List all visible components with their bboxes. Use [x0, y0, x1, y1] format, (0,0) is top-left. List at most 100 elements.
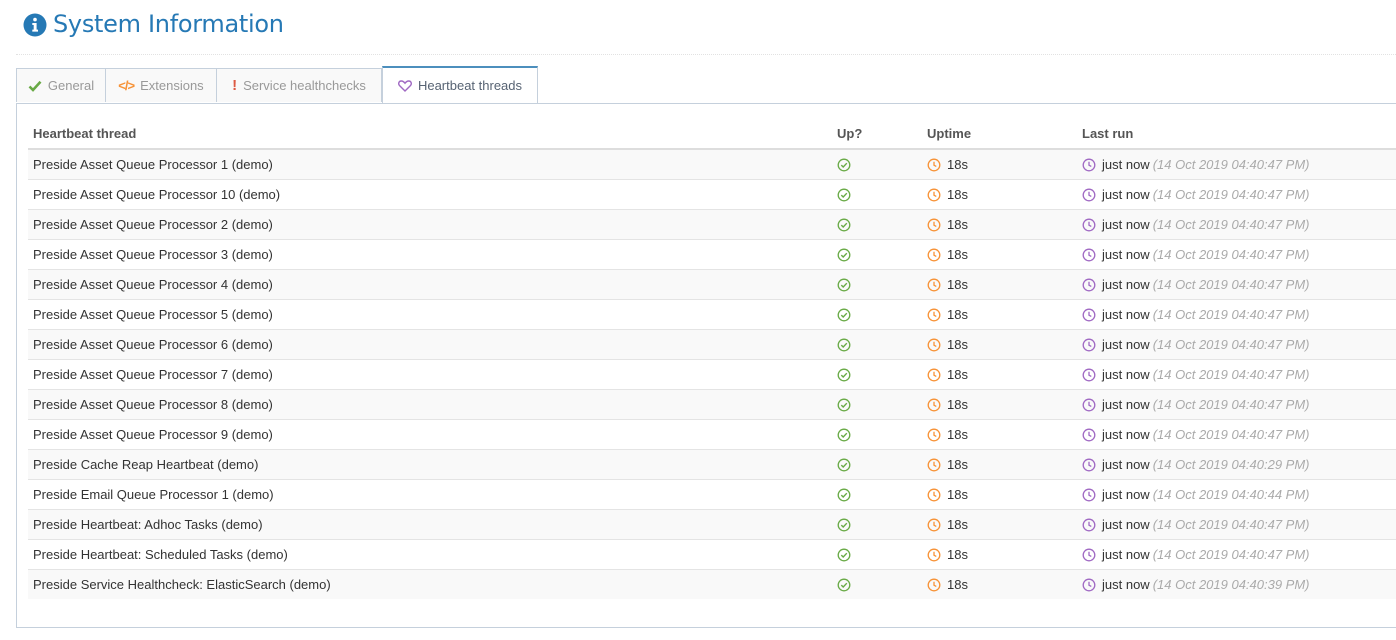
last-run-timestamp: (14 Oct 2019 04:40:47 PM) — [1152, 426, 1310, 442]
table-row: Preside Cache Reap Heartbeat (demo) 18s ju… — [28, 449, 1396, 480]
clock-icon — [1082, 428, 1096, 442]
clock-icon — [927, 428, 941, 442]
clock-icon — [927, 188, 941, 202]
table-row: Preside Asset Queue Processor 9 (demo) 18… — [28, 419, 1396, 450]
last-run-value: just now — [1102, 546, 1150, 562]
table-row: Preside Asset Queue Processor 2 (demo) 18… — [28, 209, 1396, 240]
last-run: just now (14 Oct 2019 04:40:47 PM) — [1077, 389, 1396, 420]
table-row: Preside Service Healthcheck: ElasticSear… — [28, 569, 1396, 599]
last-run-timestamp: (14 Oct 2019 04:40:47 PM) — [1152, 516, 1310, 532]
last-run-value: just now — [1102, 486, 1150, 502]
check-circle-icon — [837, 368, 851, 382]
tab-extensions[interactable]: </> Extensions — [105, 68, 217, 102]
up-status — [832, 269, 922, 300]
clock-icon — [927, 308, 941, 322]
uptime-value: 18s — [947, 306, 968, 322]
clock-icon — [1082, 548, 1096, 562]
tab-service-healthchecks[interactable]: ! Service healthchecks — [216, 68, 382, 102]
up-status — [832, 389, 922, 420]
uptime: 18s — [922, 269, 1077, 300]
uptime: 18s — [922, 419, 1077, 450]
clock-icon — [1082, 398, 1096, 412]
check-circle-icon — [837, 458, 851, 472]
last-run-timestamp: (14 Oct 2019 04:40:47 PM) — [1152, 546, 1310, 562]
clock-icon — [1082, 218, 1096, 232]
uptime-value: 18s — [947, 186, 968, 202]
check-circle-icon — [837, 218, 851, 232]
table-row: Preside Asset Queue Processor 10 (demo) 1… — [28, 179, 1396, 210]
column-header-up[interactable]: Up? — [832, 118, 922, 150]
last-run: just now (14 Oct 2019 04:40:47 PM) — [1077, 329, 1396, 360]
last-run-value: just now — [1102, 456, 1150, 472]
clock-icon — [1082, 368, 1096, 382]
thread-name: Preside Asset Queue Processor 1 (demo) — [28, 148, 832, 180]
page-title: System Information — [53, 10, 284, 38]
table-row: Preside Email Queue Processor 1 (demo) 18… — [28, 479, 1396, 510]
column-header-heartbeat-thread[interactable]: Heartbeat thread — [28, 118, 832, 150]
check-circle-icon — [837, 158, 851, 172]
uptime: 18s — [922, 389, 1077, 420]
exclamation-icon: ! — [232, 77, 238, 94]
last-run-value: just now — [1102, 336, 1150, 352]
check-circle-icon — [837, 398, 851, 412]
thread-name: Preside Cache Reap Heartbeat (demo) — [28, 449, 832, 480]
table-row: Preside Asset Queue Processor 5 (demo) 18… — [28, 299, 1396, 330]
up-status — [832, 359, 922, 390]
tab-general[interactable]: General — [16, 68, 106, 102]
uptime: 18s — [922, 479, 1077, 510]
clock-icon — [1082, 158, 1096, 172]
clock-icon — [927, 548, 941, 562]
uptime-value: 18s — [947, 276, 968, 292]
uptime-value: 18s — [947, 156, 968, 172]
last-run: just now (14 Oct 2019 04:40:47 PM) — [1077, 269, 1396, 300]
thread-name: Preside Service Healthcheck: ElasticSear… — [28, 569, 832, 599]
clock-icon — [927, 218, 941, 232]
uptime: 18s — [922, 329, 1077, 360]
last-run: just now (14 Oct 2019 04:40:47 PM) — [1077, 239, 1396, 270]
column-header-uptime[interactable]: Uptime — [922, 118, 1077, 150]
last-run-timestamp: (14 Oct 2019 04:40:39 PM) — [1152, 576, 1310, 592]
check-circle-icon — [837, 428, 851, 442]
last-run: just now (14 Oct 2019 04:40:47 PM) — [1077, 148, 1396, 180]
tab-label: Service healthchecks — [243, 78, 366, 93]
uptime: 18s — [922, 209, 1077, 240]
uptime: 18s — [922, 239, 1077, 270]
clock-icon — [927, 458, 941, 472]
last-run-timestamp: (14 Oct 2019 04:40:47 PM) — [1152, 396, 1310, 412]
last-run: just now (14 Oct 2019 04:40:47 PM) — [1077, 509, 1396, 540]
up-status — [832, 179, 922, 210]
tab-heartbeat-threads[interactable]: Heartbeat threads — [382, 66, 538, 103]
last-run-value: just now — [1102, 186, 1150, 202]
last-run-value: just now — [1102, 516, 1150, 532]
up-status — [832, 569, 922, 599]
table-header-row: Heartbeat thread Up? Uptime Last run — [28, 118, 1396, 150]
up-status — [832, 239, 922, 270]
uptime: 18s — [922, 148, 1077, 180]
uptime: 18s — [922, 539, 1077, 570]
check-circle-icon — [837, 578, 851, 592]
uptime: 18s — [922, 569, 1077, 599]
last-run-timestamp: (14 Oct 2019 04:40:47 PM) — [1152, 156, 1310, 172]
column-header-last-run[interactable]: Last run — [1077, 118, 1396, 150]
code-icon: </> — [118, 78, 135, 93]
thread-name: Preside Email Queue Processor 1 (demo) — [28, 479, 832, 510]
last-run-timestamp: (14 Oct 2019 04:40:47 PM) — [1152, 246, 1310, 262]
uptime: 18s — [922, 179, 1077, 210]
last-run-value: just now — [1102, 246, 1150, 262]
page-header: System Information — [16, 0, 1396, 55]
clock-icon — [1082, 488, 1096, 502]
clock-icon — [927, 248, 941, 262]
tab-label: Extensions — [140, 78, 204, 93]
last-run-timestamp: (14 Oct 2019 04:40:47 PM) — [1152, 366, 1310, 382]
clock-icon — [927, 278, 941, 292]
last-run: just now (14 Oct 2019 04:40:47 PM) — [1077, 359, 1396, 390]
last-run-timestamp: (14 Oct 2019 04:40:29 PM) — [1152, 456, 1310, 472]
uptime-value: 18s — [947, 546, 968, 562]
last-run: just now (14 Oct 2019 04:40:47 PM) — [1077, 179, 1396, 210]
up-status — [832, 209, 922, 240]
last-run: just now (14 Oct 2019 04:40:47 PM) — [1077, 299, 1396, 330]
thread-name: Preside Asset Queue Processor 5 (demo) — [28, 299, 832, 330]
uptime-value: 18s — [947, 216, 968, 232]
table-row: Preside Heartbeat: Adhoc Tasks (demo) 18s… — [28, 509, 1396, 540]
table-row: Preside Asset Queue Processor 4 (demo) 18… — [28, 269, 1396, 300]
